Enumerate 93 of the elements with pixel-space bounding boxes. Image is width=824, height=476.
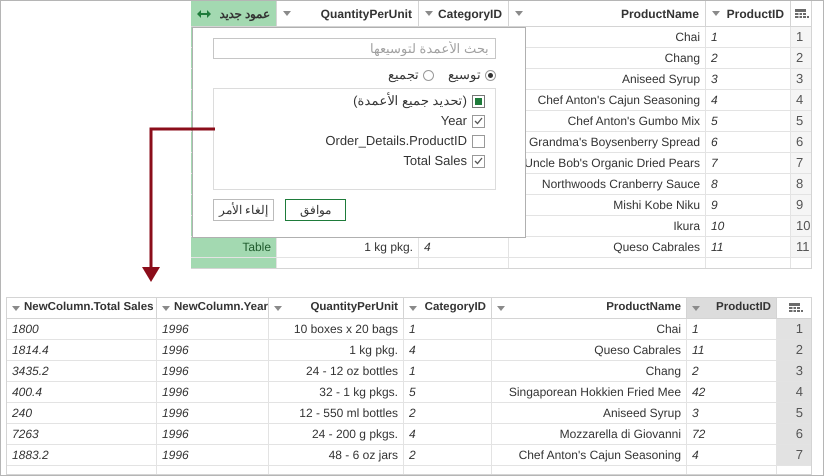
caret-icon (409, 306, 417, 310)
row-number: 4 (791, 90, 811, 111)
row-number: 2 (791, 48, 811, 69)
table-cell: Chai (492, 319, 687, 340)
column-header[interactable]: عمود جديد (191, 1, 277, 27)
column-header[interactable]: ProductID (706, 1, 791, 27)
table-cell: 48 - 6 oz jars (269, 445, 404, 466)
table-cell: 1800 (7, 319, 157, 340)
row-number: 3 (777, 361, 811, 382)
radio-button[interactable] (423, 70, 434, 80)
column-header[interactable]: ProductName (492, 298, 687, 319)
table-cell: Mozzarella di Giovanni (492, 424, 687, 445)
column-header[interactable]: QuantityPerUnit (277, 1, 419, 27)
table-cell: 240 (7, 403, 157, 424)
column-header[interactable]: CategoryID (419, 1, 509, 27)
row-number: 3 (791, 69, 811, 90)
table-cell: 1996 (157, 340, 269, 361)
checkbox[interactable] (472, 114, 485, 128)
table-cell: 1996 (157, 382, 269, 403)
column-header[interactable]: NewColumn.Total Sales (7, 298, 157, 319)
table-icon[interactable] (795, 8, 809, 18)
checkbox[interactable] (472, 154, 485, 168)
row-number: 7 (791, 153, 811, 174)
radio-button[interactable] (485, 70, 496, 80)
table-cell: 1 kg pkg. (269, 340, 404, 361)
table-cell: 1996 (157, 424, 269, 445)
column-header[interactable]: CategoryID (404, 298, 492, 319)
table-cell: Chef Anton's Cajun Seasoning (492, 445, 687, 466)
table-cell: 32 - 1 kg pkgs. (269, 382, 404, 403)
row-number: 1 (791, 27, 811, 48)
row-number: 1 (777, 319, 811, 340)
caret-icon (425, 11, 433, 16)
caret-icon (712, 11, 720, 16)
caret-icon (162, 306, 170, 310)
caret-icon (692, 306, 700, 310)
column-header[interactable]: QuantityPerUnit (269, 298, 404, 319)
table-cell: 1 (404, 361, 492, 382)
table-cell: 4 (404, 340, 492, 361)
table-cell: 7263 (7, 424, 157, 445)
caret-icon (274, 306, 282, 310)
checkbox[interactable] (472, 134, 485, 148)
table-cell: 1996 (157, 319, 269, 340)
row-number: 11 (791, 237, 811, 258)
column-header[interactable]: ProductID (687, 298, 777, 319)
table-cell: 2 (404, 445, 492, 466)
table-cell: 1996 (157, 361, 269, 382)
caret-icon (12, 306, 20, 310)
radio-option[interactable]: توسيع (448, 65, 496, 85)
table-cell: 24 - 12 oz bottles (269, 361, 404, 382)
checkbox-option[interactable]: (تحديد جميع الأعمدة) (214, 91, 485, 111)
checkbox-option[interactable]: Year (214, 111, 485, 131)
row-number: 7 (777, 445, 811, 466)
table-cell: 1996 (157, 445, 269, 466)
table-cell: 5 (404, 382, 492, 403)
row-number: 2 (777, 340, 811, 361)
table-cell: 10 boxes x 20 bags (269, 319, 404, 340)
table-cell: 1996 (157, 403, 269, 424)
caret-icon (283, 11, 291, 16)
ok-button[interactable]: موافق (285, 199, 346, 221)
table-cell: 400.4 (7, 382, 157, 403)
table-cell: Chang (492, 361, 687, 382)
row-number: 6 (777, 424, 811, 445)
table-cell: 4 (404, 424, 492, 445)
row-number: 5 (791, 111, 811, 132)
cancel-button[interactable]: إلغاء الأمر (213, 199, 274, 221)
row-number: 9 (791, 195, 811, 216)
table-cell: 2 (404, 403, 492, 424)
table-cell: Singaporean Hokkien Fried Mee (492, 382, 687, 403)
row-number: 5 (777, 403, 811, 424)
table-cell: 1 (404, 319, 492, 340)
caret-icon (497, 306, 505, 310)
radio-option[interactable]: تجميع (388, 65, 434, 85)
row-number: 4 (777, 382, 811, 403)
table-cell: 1883.2 (7, 445, 157, 466)
row-number: 6 (791, 132, 811, 153)
caret-icon (515, 11, 523, 16)
row-number: 10 (791, 216, 811, 237)
table-cell: 12 - 550 ml bottles (269, 403, 404, 424)
checkbox-option[interactable]: Order_Details.ProductID (214, 131, 485, 151)
table-cell: 3435.2 (7, 361, 157, 382)
column-header[interactable]: ProductName (509, 1, 706, 27)
row-number: 8 (791, 174, 811, 195)
table-cell: 1814.4 (7, 340, 157, 361)
table-cell: Queso Cabrales (492, 340, 687, 361)
search-field[interactable]: بحث الأعمدة لتوسيعها (213, 38, 496, 59)
column-header[interactable]: NewColumn.Year (157, 298, 269, 319)
table-cell: Table (191, 237, 277, 258)
expand-icon[interactable] (197, 10, 211, 18)
table-cell: Aniseed Syrup (492, 403, 687, 424)
checkbox-option[interactable]: Total Sales (214, 151, 485, 171)
checkbox[interactable] (472, 94, 485, 108)
table-cell: 24 - 200 g pkgs. (269, 424, 404, 445)
table-icon[interactable] (788, 303, 802, 313)
